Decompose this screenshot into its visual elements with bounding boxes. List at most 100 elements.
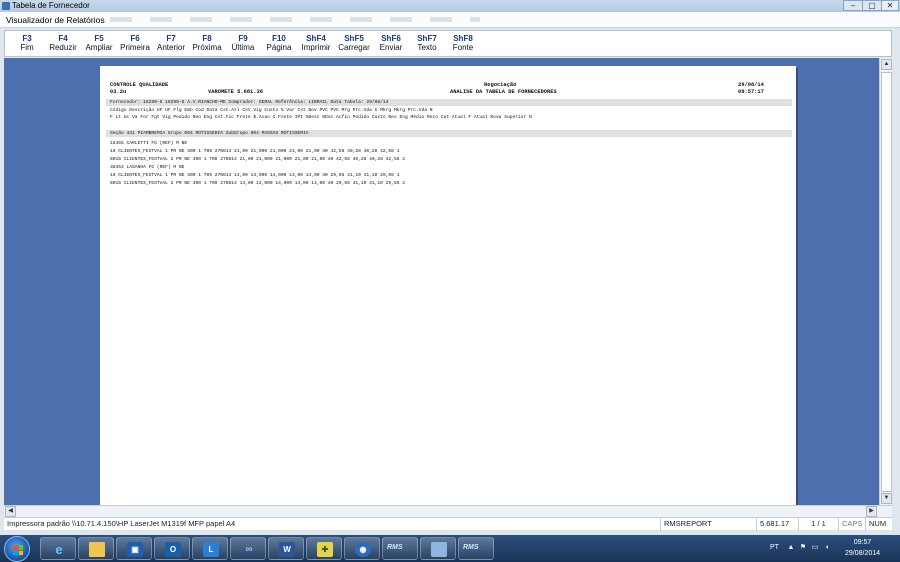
taskbar-ie-icon[interactable]: e (40, 537, 76, 560)
toolbar-button-primeira[interactable]: F6 Primeira (117, 31, 153, 56)
close-button[interactable]: ✕ (881, 0, 899, 11)
status-bar: Impressora padrão \\10.71.4.150\HP Laser… (4, 517, 892, 531)
toolbar-button-carregar[interactable]: ShF5 Carregar (335, 31, 373, 56)
windows-taskbar: e ▣ O L ∞ W ✚ ◉ RMS RMS PT ▲ ⚑ ▭ ◖ 09:57… (0, 535, 900, 562)
report-header-version: VAROMETE 5.681.36 (208, 89, 263, 95)
rms-label: RMS (387, 544, 403, 551)
volume-icon[interactable]: ◖ (823, 544, 831, 552)
show-hidden-icons-icon[interactable]: ▲ (787, 544, 795, 552)
toolbar-button-texto[interactable]: ShF7 Texto (409, 31, 445, 56)
status-caps: CAPS (838, 518, 865, 531)
taskbar-rms-icon-2[interactable]: RMS (458, 537, 494, 560)
button-label: Carregar (338, 43, 370, 52)
taskbar-security-icon[interactable]: ◉ (344, 537, 380, 560)
status-report-name: RMSREPORT (660, 518, 756, 531)
shortcut-key: ShF7 (417, 34, 437, 43)
taskbar-media-icon[interactable]: ▣ (116, 537, 152, 560)
shortcut-key: F8 (202, 34, 212, 43)
toolbar-button-enviar[interactable]: ShF6 Enviar (373, 31, 409, 56)
viewer-title-bar: Visualizador de Relatórios (0, 12, 900, 28)
section-line: Seção 431 PIAMBREMIA Grupo 004 ROTISSERI… (110, 131, 309, 136)
scroll-down-icon[interactable]: ▼ (881, 493, 892, 504)
table-row: 18455 CARLETTI FG (REF) M NE (110, 141, 188, 146)
start-button[interactable] (4, 536, 30, 562)
maximize-button[interactable]: ▢ (862, 0, 882, 11)
report-header-code: 03.2u (110, 89, 127, 95)
shortcut-key: ShF8 (453, 34, 473, 43)
minimize-button[interactable]: – (843, 0, 863, 11)
button-label: Primeira (120, 43, 150, 52)
taskbar-lync-icon[interactable]: L (192, 537, 228, 560)
report-date: 29/08/14 (738, 82, 764, 88)
button-label: Imprimir (301, 43, 331, 52)
viewer-title: Visualizador de Relatórios (6, 15, 105, 25)
vertical-scrollbar[interactable]: ▲ ▼ (879, 58, 892, 505)
button-label: Enviar (379, 43, 403, 52)
scroll-up-icon[interactable]: ▲ (881, 59, 892, 70)
shortcut-key: ShF4 (306, 34, 326, 43)
toolbar-button-proxima[interactable]: F8 Próxima (189, 31, 225, 56)
button-label: Fim (20, 43, 34, 52)
taskbar-rms-icon[interactable]: RMS (382, 537, 418, 560)
taskbar-infinity-icon[interactable]: ∞ (230, 537, 266, 560)
toolbar-button-ultima[interactable]: F9 Última (225, 31, 261, 56)
shortcut-key: F9 (238, 34, 248, 43)
clock[interactable]: 09:57 29/08/2014 (845, 537, 880, 559)
button-label: Ampliar (85, 43, 113, 52)
report-toolbar: F3 Fim F4 Reduzir F5 Ampliar F6 Primeira F7 A… (4, 30, 892, 57)
shortcut-key: F10 (272, 34, 286, 43)
shortcut-key: F7 (166, 34, 176, 43)
shortcut-key: F5 (94, 34, 104, 43)
taskbar-explorer-icon[interactable] (78, 537, 114, 560)
supplier-band: Fornecedor: 18299-5 18299-5 A.V.RIANCHO-… (106, 99, 792, 106)
table-row: 38454 LASANHA FG (REF) M NE (110, 165, 185, 170)
scroll-left-icon[interactable]: ◀ (5, 506, 16, 517)
toolbar-button-imprimir[interactable]: ShF4 Imprimir (297, 31, 335, 56)
status-page: 1 / 1 (798, 518, 838, 531)
scroll-right-icon[interactable]: ▶ (866, 506, 877, 517)
shortcut-key: ShF6 (381, 34, 401, 43)
windows-flag-icon (13, 545, 23, 555)
button-label: Fonte (452, 43, 474, 52)
vertical-scroll-thumb[interactable] (881, 72, 892, 492)
toolbar-button-reduzir[interactable]: F4 Reduzir (45, 31, 81, 56)
button-label: Texto (417, 43, 437, 52)
app-icon (2, 2, 10, 10)
status-num: NUM (865, 518, 892, 531)
toolbar-button-ampliar[interactable]: F5 Ampliar (81, 31, 117, 56)
report-header-title: Negociação (484, 82, 517, 88)
button-label: Próxima (192, 43, 222, 52)
toolbar-button-pagina[interactable]: F10 Página (261, 31, 297, 56)
table-row: 8015 CLIENTES_FESTVAL 2 PR NE 300 1 708 … (110, 157, 405, 162)
language-indicator[interactable]: PT (770, 544, 779, 551)
network-icon[interactable]: ▭ (811, 544, 819, 552)
table-row: 8015 CLIENTES_FESTVAL 2 PR NE 300 1 709 … (110, 181, 405, 186)
shortcut-key: F3 (22, 34, 32, 43)
section-band: Seção 431 PIAMBREMIA Grupo 004 ROTISSERI… (106, 130, 792, 137)
report-time: 09:57:17 (738, 89, 764, 95)
outer-title-bar: Tabela de Fornecedor – ▢ ✕ (0, 0, 900, 12)
clock-date: 29/08/2014 (845, 550, 881, 557)
status-version: 5.681.17 (756, 518, 798, 531)
menu-strip-placeholder (110, 17, 480, 22)
column-header-row-1: Código Descrição UF UF Flg Emb Cod Data … (110, 108, 433, 113)
supplier-line: Fornecedor: 18299-5 18299-5 A.V.RIANCHO-… (110, 100, 389, 105)
taskbar-health-icon[interactable]: ✚ (306, 537, 342, 560)
action-center-flag-icon[interactable]: ⚑ (799, 544, 807, 552)
rms-label: RMS (463, 544, 479, 551)
taskbar-outlook-icon[interactable]: O (154, 537, 190, 560)
system-tray: PT ▲ ⚑ ▭ ◖ 09:57 29/08/2014 (770, 535, 900, 562)
shortcut-key: F4 (58, 34, 68, 43)
status-printer: Impressora padrão \\10.71.4.150\HP Laser… (7, 519, 236, 528)
table-row: 18 CLIENTES_FESTVAL 1 PR NE 300 1 708 27… (110, 149, 400, 154)
column-header-row-2: F Lt Uc Va For Fgt Vig Pedido Neo Eng Cs… (110, 115, 532, 120)
toolbar-button-anterior[interactable]: F7 Anterior (153, 31, 189, 56)
toolbar-button-fim[interactable]: F3 Fim (9, 31, 45, 56)
horizontal-scrollbar[interactable]: ◀ ▶ (4, 505, 892, 517)
toolbar-button-fonte[interactable]: ShF8 Fonte (445, 31, 481, 56)
clock-time: 09:57 (853, 539, 872, 546)
taskbar-window-icon[interactable] (420, 537, 456, 560)
button-label: Página (266, 43, 292, 52)
button-label: Última (231, 43, 255, 52)
taskbar-word-icon[interactable]: W (268, 537, 304, 560)
